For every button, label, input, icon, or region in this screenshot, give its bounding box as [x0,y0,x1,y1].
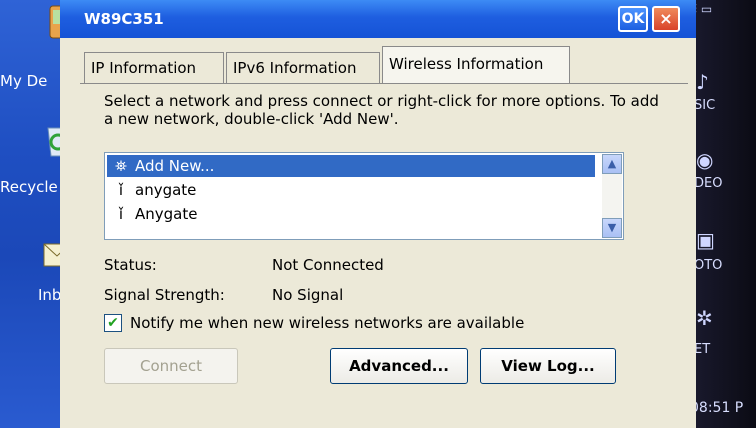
connect-button[interactable]: Connect [104,348,238,384]
add-network-icon: ⛯ [114,157,127,175]
advanced-button[interactable]: Advanced... [330,348,468,384]
desktop-icon-label: My De [0,72,48,90]
signal-strength-label: Signal Strength: [104,286,225,304]
ok-button[interactable]: OK [618,6,648,32]
clock: 08:51 P [690,400,744,416]
notify-label[interactable]: Notify me when new wireless networks are… [130,314,524,332]
network-list[interactable]: ⛯ Add New... ǐ anygate ǐ Anygate ▲ ▼ [104,152,624,240]
video-icon: ◉ [696,148,714,172]
access-point-icon: ǐ [118,205,124,223]
status-icons: ⫶ ▭ [694,2,713,16]
settings-icon: ✲ [696,306,713,330]
list-item[interactable]: ǐ anygate [107,179,595,201]
notify-checkbox[interactable]: ✔ [104,314,122,332]
tab-wireless-information[interactable]: Wireless Information [382,46,570,84]
access-point-icon: ǐ [118,181,124,199]
window-title: W89C351 [84,10,164,28]
scroll-up-button[interactable]: ▲ [602,154,622,174]
tab-ip-information[interactable]: IP Information [84,52,224,84]
view-log-button[interactable]: View Log... [480,348,616,384]
list-item[interactable]: ǐ Anygate [107,203,595,225]
wireless-settings-window: W89C351 OK × IP Information IPv6 Informa… [60,0,696,428]
music-icon: ♪ [696,70,709,94]
list-scrollbar[interactable]: ▲ ▼ [602,154,622,238]
photo-icon: ▣ [696,228,715,252]
media-sidebar: ⫶ ▭ ♪ SIC ◉ DEO ▣ OTO ✲ ET 08:51 P [690,0,756,428]
status-label: Status: [104,256,157,274]
status-value: Not Connected [272,256,384,274]
signal-strength-value: No Signal [272,286,344,304]
tab-ipv6-information[interactable]: IPv6 Information [226,52,380,84]
desktop-icon-label: Recycle [0,178,58,196]
instructions-text: Select a network and press connect or ri… [104,92,659,128]
scroll-down-button[interactable]: ▼ [602,218,622,238]
list-item[interactable]: ⛯ Add New... [107,155,595,177]
title-bar: W89C351 OK × [60,0,696,38]
close-button[interactable]: × [652,6,680,32]
